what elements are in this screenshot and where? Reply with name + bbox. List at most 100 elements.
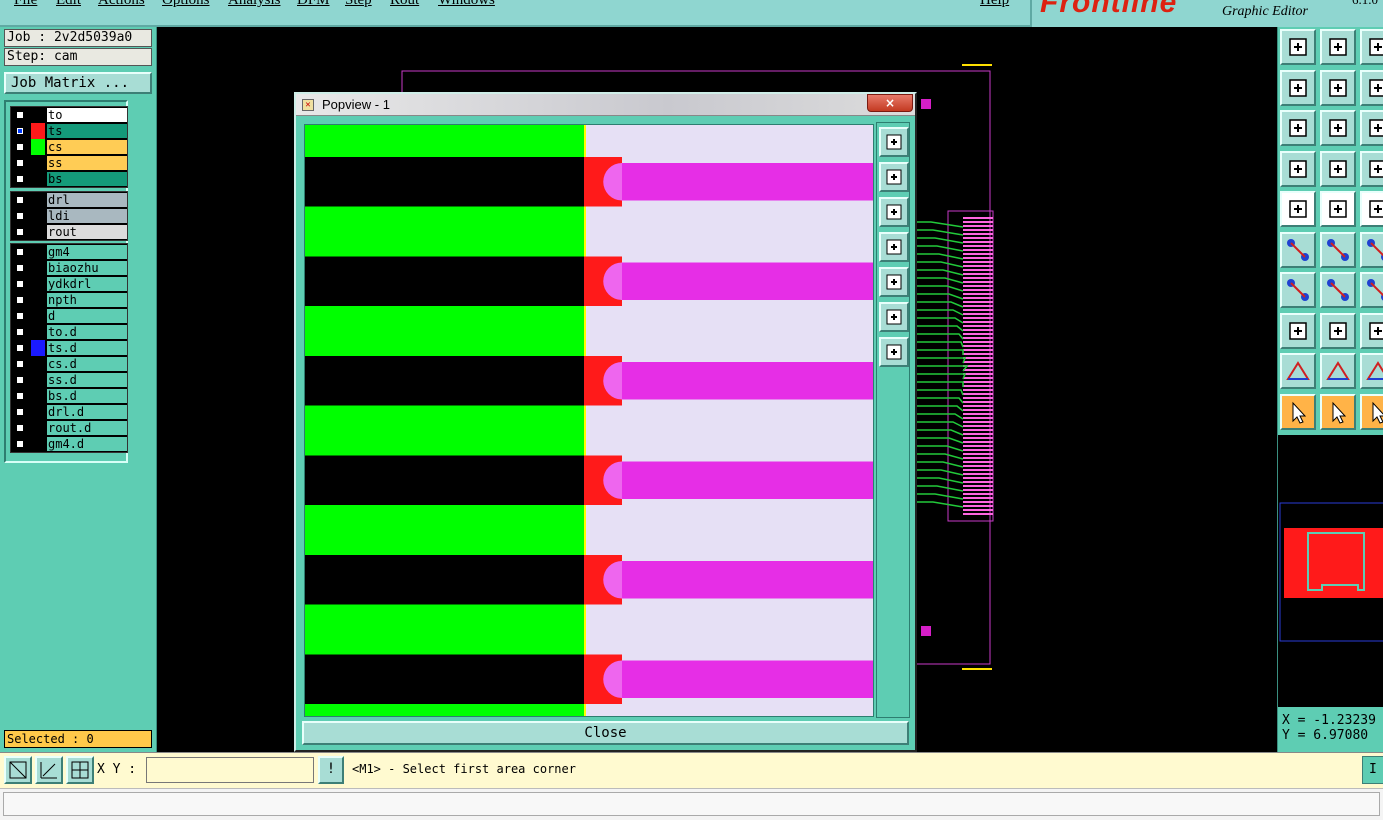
layer-row[interactable]: d	[11, 308, 127, 324]
layer-row[interactable]: ts	[11, 123, 127, 139]
pointer-hex-tool-button[interactable]	[1360, 393, 1383, 430]
menu-file[interactable]: File	[14, 0, 37, 9]
layer-checkbox[interactable]	[15, 343, 25, 353]
layer-checkbox[interactable]	[15, 158, 25, 168]
measure-mode-button[interactable]	[35, 756, 63, 784]
settings-tool-button[interactable]	[1280, 150, 1316, 187]
layer-name[interactable]: npth	[47, 293, 127, 307]
menu-rout[interactable]: Rout	[390, 0, 419, 9]
layer-name[interactable]: gm4	[47, 245, 127, 259]
popview-titlebar[interactable]: ✕ Popview - 1 ×	[296, 94, 915, 116]
layer-row[interactable]: bs.d	[11, 388, 127, 404]
zoom-fit-button[interactable]	[879, 302, 909, 332]
layer-checkbox[interactable]	[15, 311, 25, 321]
close-icon[interactable]: ×	[867, 94, 913, 112]
net-tool-button[interactable]	[1360, 150, 1383, 187]
layer-row[interactable]: ss	[11, 155, 127, 171]
layer-row[interactable]: rout.d	[11, 420, 127, 436]
layer-row[interactable]: rout	[11, 224, 127, 240]
menu-options[interactable]: Options	[162, 0, 210, 9]
pan-right-tool-button[interactable]	[1320, 69, 1356, 106]
snap-mode-button[interactable]	[4, 756, 32, 784]
pan-up-tool-button[interactable]	[1280, 29, 1316, 65]
layer-name[interactable]: ss.d	[47, 373, 127, 387]
layer-checkbox[interactable]	[15, 195, 25, 205]
xy-input[interactable]	[146, 757, 314, 783]
layer-row[interactable]: biaozhu	[11, 260, 127, 276]
move-right-button[interactable]	[879, 267, 909, 297]
layer-row[interactable]: ts.d	[11, 340, 127, 356]
triangle-arrow-tool-button[interactable]	[1320, 353, 1356, 389]
layer-checkbox[interactable]	[15, 391, 25, 401]
rotate-tool-button[interactable]	[1360, 231, 1383, 268]
menu-analysis[interactable]: Analysis	[228, 0, 281, 9]
move-left-button[interactable]	[879, 232, 909, 262]
diagonal-tool-button[interactable]	[1320, 191, 1356, 227]
pan-down-tool-button[interactable]	[1320, 29, 1356, 65]
layer-name[interactable]: ts.d	[47, 341, 127, 355]
segment-tool-button[interactable]	[1320, 312, 1356, 349]
layer-name[interactable]: ts	[47, 124, 127, 138]
layer-checkbox[interactable]	[15, 263, 25, 273]
layer-name[interactable]: cs.d	[47, 357, 127, 371]
layer-name[interactable]: bs.d	[47, 389, 127, 403]
layer-row[interactable]: ydkdrl	[11, 276, 127, 292]
zoom-fit-tool-button[interactable]	[1280, 110, 1316, 146]
ruler-tool-button[interactable]	[1360, 191, 1383, 227]
layer-checkbox[interactable]	[15, 247, 25, 257]
resize-tool-button[interactable]	[1360, 312, 1383, 349]
zoom-home-button[interactable]	[879, 127, 909, 157]
menu-edit[interactable]: Edit	[56, 0, 81, 9]
layer-row[interactable]: to	[11, 107, 127, 123]
layer-row[interactable]: ss.d	[11, 372, 127, 388]
triangle-tool-button[interactable]	[1280, 353, 1316, 389]
layer-name[interactable]: drl.d	[47, 405, 127, 419]
undo-tool-button[interactable]	[1360, 272, 1383, 308]
layer-name[interactable]: rout.d	[47, 421, 127, 435]
layer-checkbox[interactable]	[15, 110, 25, 120]
layer-checkbox[interactable]	[15, 407, 25, 417]
connect-tool-button[interactable]	[1280, 231, 1316, 268]
layer-name[interactable]: biaozhu	[47, 261, 127, 275]
select-box-tool-button[interactable]	[1280, 191, 1316, 227]
layer-name[interactable]: d	[47, 309, 127, 323]
scale-tool-button[interactable]	[1360, 110, 1383, 146]
menu-dfm[interactable]: DFM	[297, 0, 330, 9]
layer-checkbox[interactable]	[15, 423, 25, 433]
layer-name[interactable]: to	[47, 108, 127, 122]
layer-row[interactable]: gm4.d	[11, 436, 127, 452]
pan-left-tool-button[interactable]	[1280, 69, 1316, 106]
minimap[interactable]	[1277, 435, 1383, 707]
layer-checkbox[interactable]	[15, 375, 25, 385]
popview-canvas[interactable]	[304, 124, 874, 717]
layer-name[interactable]: to.d	[47, 325, 127, 339]
layer-row[interactable]: npth	[11, 292, 127, 308]
move-down-button[interactable]	[879, 197, 909, 227]
line-blue-tool-button[interactable]	[1320, 272, 1356, 308]
grid-mode-button[interactable]	[66, 756, 94, 784]
layer-name[interactable]: cs	[47, 140, 127, 154]
shape-tool-button[interactable]	[1360, 353, 1383, 389]
move-up-button[interactable]	[879, 162, 909, 192]
layer-name[interactable]: bs	[47, 172, 127, 186]
layer-checkbox[interactable]	[15, 211, 25, 221]
node-tool-button[interactable]	[1280, 312, 1316, 349]
job-matrix-button[interactable]: Job Matrix ...	[4, 72, 152, 94]
layer-checkbox[interactable]	[15, 439, 25, 449]
redo-tool-button[interactable]	[1360, 69, 1383, 106]
menu-actions[interactable]: Actions	[98, 0, 145, 9]
layer-checkbox[interactable]	[15, 174, 25, 184]
home-tool-button[interactable]	[1360, 29, 1383, 65]
snap-pad-tool-button[interactable]	[1320, 150, 1356, 187]
layer-row[interactable]: gm4	[11, 244, 127, 260]
menu-help[interactable]: Help	[980, 0, 1009, 9]
layer-row[interactable]: cs.d	[11, 356, 127, 372]
layer-row[interactable]: bs	[11, 171, 127, 187]
layer-checkbox[interactable]	[15, 142, 25, 152]
menu-step[interactable]: Step	[345, 0, 372, 9]
layer-checkbox[interactable]	[15, 295, 25, 305]
layer-row[interactable]: drl.d	[11, 404, 127, 420]
layer-checkbox[interactable]	[15, 227, 25, 237]
layer-name[interactable]: rout	[47, 225, 127, 239]
close-button[interactable]: Close	[302, 721, 909, 745]
